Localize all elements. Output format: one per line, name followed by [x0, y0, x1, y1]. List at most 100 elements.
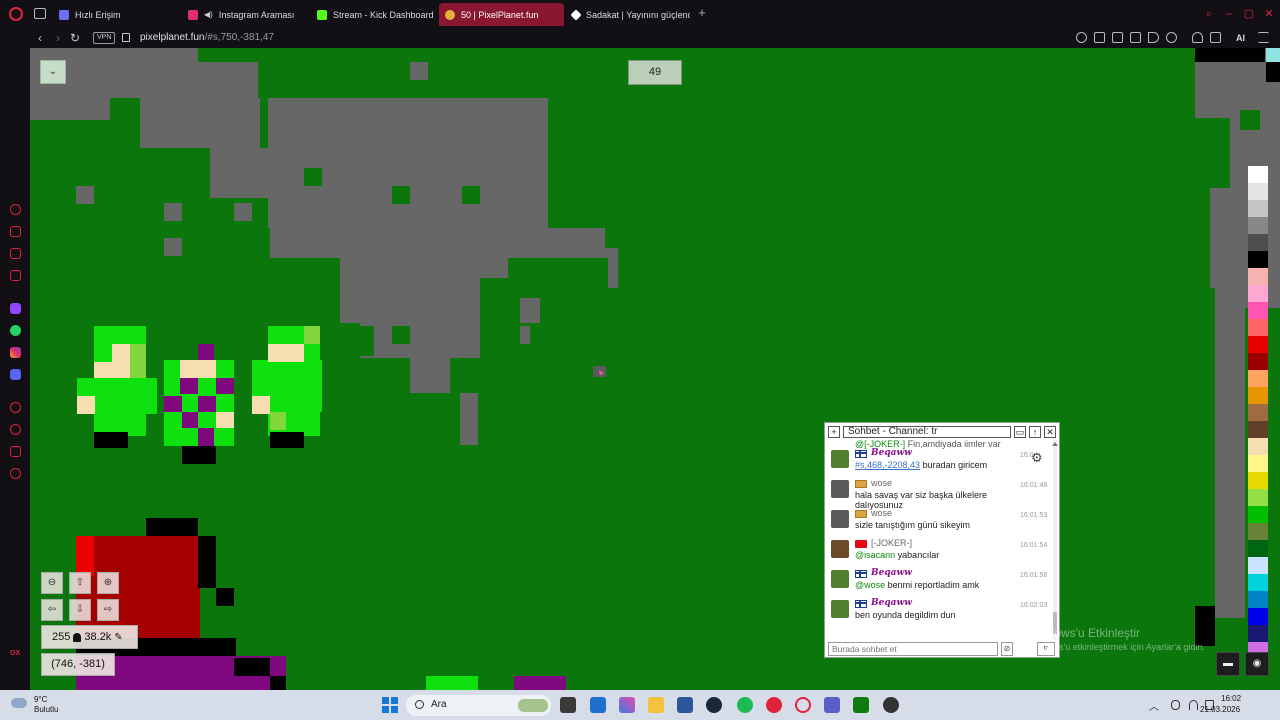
emoji-icon[interactable]	[1076, 32, 1087, 43]
palette-swatch[interactable]	[1248, 523, 1268, 540]
spotify-icon[interactable]	[737, 697, 753, 713]
maximize-icon[interactable]: ▢	[1243, 8, 1255, 20]
opera-taskbar-icon[interactable]	[795, 697, 811, 713]
message-author[interactable]: Beqaww	[871, 448, 912, 458]
move-down-button[interactable]: ⇩	[69, 599, 91, 621]
url-field[interactable]: pixelplanet.fun/#s,750,-381,47	[140, 31, 274, 45]
teams-icon[interactable]	[824, 697, 840, 713]
history-icon[interactable]	[10, 424, 21, 435]
palette-swatch[interactable]	[1248, 183, 1268, 200]
reload-icon[interactable]: ↻	[68, 30, 82, 46]
message-author[interactable]: [-JOKER-]	[871, 538, 912, 548]
palette-swatch[interactable]	[1248, 336, 1268, 353]
snapshot-icon[interactable]	[1094, 32, 1105, 43]
instagram-sidebar-icon[interactable]	[10, 347, 21, 358]
palette-swatch[interactable]	[1248, 268, 1268, 285]
taskbar-search[interactable]: Ara	[406, 695, 551, 716]
mention[interactable]: @isacann	[855, 550, 895, 560]
store-icon[interactable]	[677, 697, 693, 713]
steam-icon[interactable]	[706, 697, 722, 713]
file-explorer-icon[interactable]	[648, 697, 664, 713]
chat-settings-gear-icon[interactable]: ⚙	[1031, 451, 1045, 465]
coordinate-link[interactable]: #s,468,-2208,43	[855, 460, 920, 470]
download-icon[interactable]	[1210, 32, 1221, 43]
palette-toggle-button[interactable]: ◉	[1245, 652, 1269, 676]
forward-icon[interactable]: ›	[51, 30, 65, 46]
attach-icon[interactable]: ⊘	[1001, 642, 1013, 656]
avatar[interactable]	[831, 480, 849, 498]
palette-swatch[interactable]	[1248, 319, 1268, 336]
chat-scrollbar[interactable]	[1051, 440, 1059, 640]
chat-input[interactable]	[828, 642, 998, 656]
chat-popout-icon[interactable]: ▭	[1014, 425, 1026, 438]
avatar[interactable]	[831, 450, 849, 468]
chat-title[interactable]: Sohbet - Channel: tr	[843, 425, 1011, 438]
message-author[interactable]: wose	[871, 478, 892, 488]
palette-swatch[interactable]	[1248, 557, 1268, 574]
windows-start-icon[interactable]	[382, 697, 398, 713]
menu-icon[interactable]	[1258, 32, 1269, 43]
extensions-icon[interactable]	[10, 446, 21, 457]
whatsapp-icon[interactable]	[10, 325, 21, 336]
palette-swatch[interactable]	[1248, 489, 1268, 506]
copilot-icon[interactable]	[619, 697, 635, 713]
clock-time[interactable]: 16:02	[1221, 694, 1241, 703]
palette-swatch[interactable]	[1248, 591, 1268, 608]
palette-swatch[interactable]	[1248, 421, 1268, 438]
move-left-button[interactable]: ⇦	[41, 599, 63, 621]
avatar[interactable]	[831, 510, 849, 528]
message-author[interactable]: Beqaww	[871, 568, 912, 578]
palette-swatch[interactable]	[1248, 302, 1268, 319]
tray-chevron-icon[interactable]: ︿	[1149, 698, 1159, 713]
move-right-button[interactable]: ⇨	[97, 599, 119, 621]
palette-swatch[interactable]	[1248, 455, 1268, 472]
opera-logo-icon[interactable]	[9, 7, 23, 21]
palette-swatch[interactable]	[1248, 608, 1268, 625]
tab-sadakat[interactable]: Sadakat | Yayınını güçlend	[566, 3, 690, 26]
bag-icon[interactable]	[10, 226, 21, 237]
heart-icon[interactable]	[1166, 32, 1177, 43]
close-icon[interactable]: ✕	[1263, 8, 1275, 20]
aria-ai-button[interactable]: AI	[1236, 31, 1245, 45]
shield-icon[interactable]	[1130, 32, 1141, 43]
player-icon[interactable]	[1148, 32, 1159, 43]
palette-swatch[interactable]	[1248, 625, 1268, 642]
gx-logo-icon[interactable]: GX	[10, 650, 20, 657]
new-tab-button[interactable]: +	[695, 6, 709, 21]
palette-swatch[interactable]	[1248, 574, 1268, 591]
palette-swatch[interactable]	[1248, 472, 1268, 489]
palette-swatch[interactable]	[1248, 285, 1268, 302]
chat-header[interactable]: + Sohbet - Channel: tr ▭ ↑ ✕	[825, 423, 1059, 440]
task-view-icon[interactable]	[560, 697, 576, 713]
weather-condition[interactable]: Bulutlu	[34, 705, 58, 714]
microphone-icon[interactable]	[1171, 700, 1180, 710]
weather-temperature[interactable]: 9°C	[34, 695, 47, 704]
gx-corner-icon[interactable]	[10, 270, 21, 281]
xbox-icon[interactable]	[853, 697, 869, 713]
back-icon[interactable]: ‹	[33, 30, 47, 46]
profile-icon[interactable]	[1192, 32, 1203, 43]
move-up-button[interactable]: ⇧	[69, 572, 91, 594]
palette-swatch[interactable]	[1248, 506, 1268, 523]
zoom-in-button[interactable]: ⊕	[97, 572, 119, 594]
palette-swatch[interactable]	[1248, 438, 1268, 455]
palette-swatch[interactable]	[1248, 540, 1268, 557]
app-icon[interactable]	[883, 697, 899, 713]
wifi-icon[interactable]	[1189, 700, 1198, 710]
chat-window[interactable]: + Sohbet - Channel: tr ▭ ↑ ✕ @[-JOKER-] …	[824, 422, 1060, 658]
opera-gx-taskbar-icon[interactable]	[766, 697, 782, 713]
tab-kick[interactable]: Stream - Kick Dashboard	[311, 3, 437, 26]
settings-icon[interactable]	[10, 468, 21, 479]
coordinates-display[interactable]: (746, -381)	[41, 653, 115, 676]
avatar[interactable]	[831, 540, 849, 558]
palette-swatch[interactable]	[1248, 370, 1268, 387]
palette-swatch[interactable]	[1248, 404, 1268, 421]
tab-islands-icon[interactable]	[1112, 32, 1123, 43]
tab-speed-dial[interactable]: Hızlı Erişim	[53, 3, 173, 26]
palette-swatch[interactable]	[1248, 353, 1268, 370]
palette-swatch[interactable]	[1248, 200, 1268, 217]
avatar[interactable]	[831, 600, 849, 618]
mention[interactable]: @wose	[855, 580, 885, 590]
pixel-canvas[interactable]: ⌄ 49	[30, 48, 1280, 690]
news-icon[interactable]	[10, 248, 21, 259]
